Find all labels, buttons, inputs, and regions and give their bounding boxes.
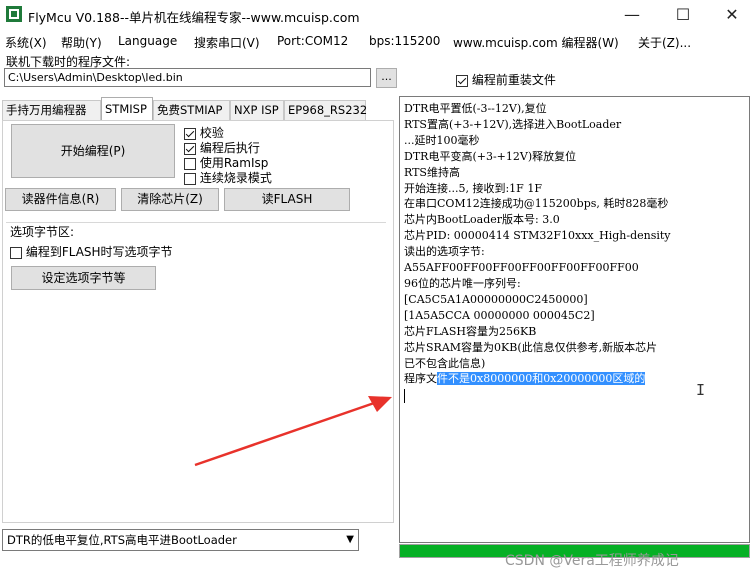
watermark: CSDN @Vera工程师养成记 (505, 553, 679, 569)
annotation-arrow-icon (194, 396, 392, 467)
